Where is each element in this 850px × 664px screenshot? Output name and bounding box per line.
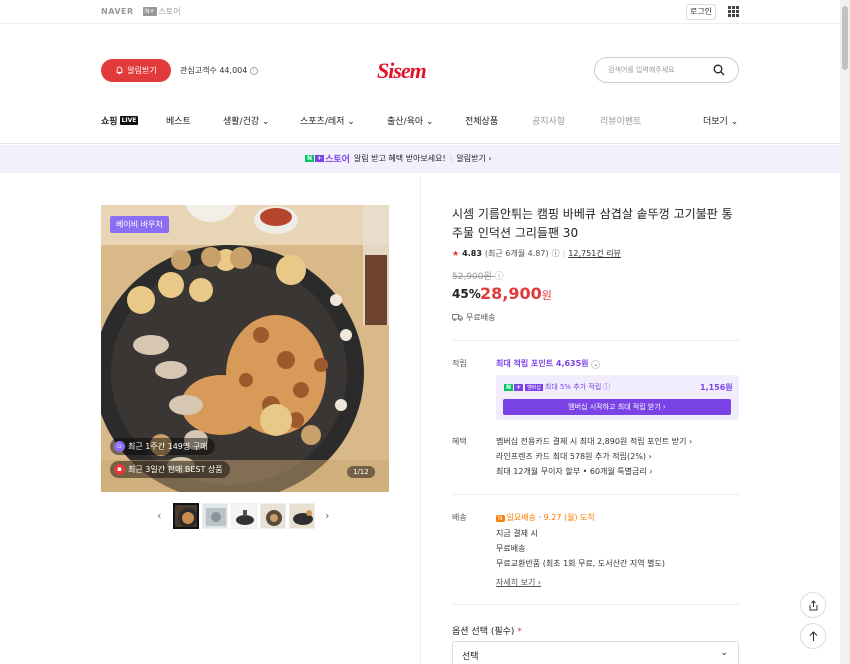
section-divider <box>452 494 740 495</box>
banner-text: 알림 받고 혜택 받아보세요! <box>353 154 446 163</box>
image-counter: 1/12 <box>347 466 375 478</box>
store-logo[interactable]: Sisem <box>377 58 427 84</box>
arrival-info: N 일요배송 · 9.27 (월) 도착 <box>496 513 595 522</box>
thumbnail[interactable] <box>260 503 286 529</box>
baby-voucher-badge: 베이비 바우처 <box>110 216 169 233</box>
chevron-down-icon: ⌄ <box>720 648 728 658</box>
review-count-link[interactable]: 12,751건 리뷰 <box>568 248 621 259</box>
delivery-label: 배송 <box>452 513 467 522</box>
delivery-line: 무료교환반품 (최초 1회 무료, 도서산간 지역 별도) <box>496 559 665 568</box>
banner-content: N + 스토어 알림 받고 혜택 받아보세요! | 알림받기 › <box>305 153 492 165</box>
thumbnail[interactable] <box>173 503 199 529</box>
benefit-item[interactable]: 멤버십 전용카드 결제 시 최대 2,890원 적립 포인트 받기 › <box>496 436 692 447</box>
section-divider <box>452 340 740 341</box>
membership-extra: N + 멤버십 최대 5% 추가 적립 ⓘ <box>504 382 611 392</box>
membership-start-button[interactable]: 멤버십 시작하고 최대 적립 받기 › <box>503 399 731 415</box>
info-icon[interactable]: ⓘ <box>603 382 610 392</box>
delivery-more-link[interactable]: 자세히 보기 › <box>496 577 541 588</box>
arrow-up-icon <box>809 630 817 641</box>
benefit-item[interactable]: 최대 12개월 무이자 할부 • 60개월 특별금리 › <box>496 466 653 477</box>
column-divider <box>420 174 421 664</box>
info-icon[interactable]: i <box>249 66 258 75</box>
app-grid-icon[interactable] <box>728 6 739 17</box>
naver-store-icon: N+ <box>143 7 157 16</box>
nav-shopping-live[interactable]: 쇼핑 LIVE <box>101 114 139 127</box>
nav-baby[interactable]: 출산/육아 ⌄ <box>387 114 434 127</box>
nav-best[interactable]: 베스트 <box>166 114 191 127</box>
info-icon: ⓘ <box>494 272 504 282</box>
live-badge: LIVE <box>119 116 139 125</box>
nav-divider <box>0 143 840 144</box>
delivery-line: 지금 결제 시 <box>496 529 538 538</box>
product-title: 시셈 기름안튀는 캠핑 바베큐 삼겹살 솥뚜껑 고기불판 통주물 인덕션 그리들… <box>452 207 733 240</box>
share-icon <box>809 599 817 610</box>
naver-store-badge: N + 스토어 <box>305 155 350 165</box>
delivery-line: 무료배송 <box>496 544 526 553</box>
max-points[interactable]: 최대 적립 포인트 4,635원 ⌄ <box>496 358 601 369</box>
thumbnail[interactable] <box>202 503 228 529</box>
share-button[interactable] <box>800 592 826 618</box>
truck-icon <box>452 314 463 321</box>
alarm-button[interactable]: 알림받기 <box>101 59 171 82</box>
chevron-down-icon: ⌄ <box>591 360 601 369</box>
banner-alarm-link[interactable]: 알림받기 › <box>456 153 491 164</box>
nav-all-products[interactable]: 전체상품 <box>465 114 498 127</box>
thumbnail[interactable] <box>231 503 257 529</box>
option-select[interactable]: 선택 ⌄ <box>452 641 739 664</box>
nav-sports-leisure[interactable]: 스포츠/레저 ⌄ <box>300 114 355 127</box>
bell-icon <box>116 66 123 75</box>
login-button[interactable]: 로그인 <box>686 4 716 20</box>
scroll-top-button[interactable] <box>800 623 826 649</box>
alarm-label: 알림받기 <box>127 66 157 75</box>
info-icon[interactable]: ⓘ <box>552 248 560 259</box>
discount-rate: 45% <box>452 287 481 301</box>
rating-row: ★ 4.83 (최근 6개월 4.87) ⓘ | 12,751건 리뷰 <box>452 248 621 259</box>
cart-icon: ▫ <box>114 441 125 452</box>
gift-icon: ▪ <box>114 464 125 475</box>
naver-store-link[interactable]: N+ 스토어 <box>143 6 181 17</box>
option-label: 옵션 선택 (필수) * <box>452 627 522 637</box>
nav-notice[interactable]: 공지사항 <box>532 114 565 127</box>
points-label: 적립 <box>452 359 467 368</box>
thumb-next-icon[interactable]: › <box>325 509 329 522</box>
sale-price: 28,900원 <box>480 284 552 303</box>
benefits-label: 혜택 <box>452 437 467 446</box>
membership-points: 1,156원 <box>700 383 733 392</box>
nav-more[interactable]: 더보기 ⌄ <box>703 114 738 127</box>
free-shipping: 무료배송 <box>452 312 495 323</box>
best-seller-badge: ▪ 최근 3일간 판매 BEST 상품 <box>110 461 230 478</box>
star-icon: ★ <box>452 249 460 258</box>
search-icon[interactable] <box>713 64 725 76</box>
section-divider <box>452 604 740 605</box>
recent-buyers-badge: ▫ 최근 1주간 149명 구매 <box>110 438 215 455</box>
naver-store-label: 스토어 <box>158 7 181 16</box>
scrollbar-thumb[interactable] <box>842 6 848 70</box>
thumb-prev-icon[interactable]: ‹ <box>157 509 161 522</box>
nav-living-health[interactable]: 생활/건강 ⌄ <box>223 114 270 127</box>
naver-logo[interactable]: NAVER <box>101 7 134 16</box>
scrollbar[interactable] <box>840 0 850 664</box>
nav-review-event[interactable]: 리뷰이벤트 <box>600 114 641 127</box>
benefit-item[interactable]: 라인프렌즈 카드 최대 578원 추가 적립(2%) › <box>496 451 652 462</box>
original-price: 52,900원 ⓘ <box>452 269 504 282</box>
thumbnail[interactable] <box>289 503 315 529</box>
fav-count: 관심고객수 44,004 i <box>180 65 258 76</box>
arrival-badge-icon: N <box>496 515 505 522</box>
